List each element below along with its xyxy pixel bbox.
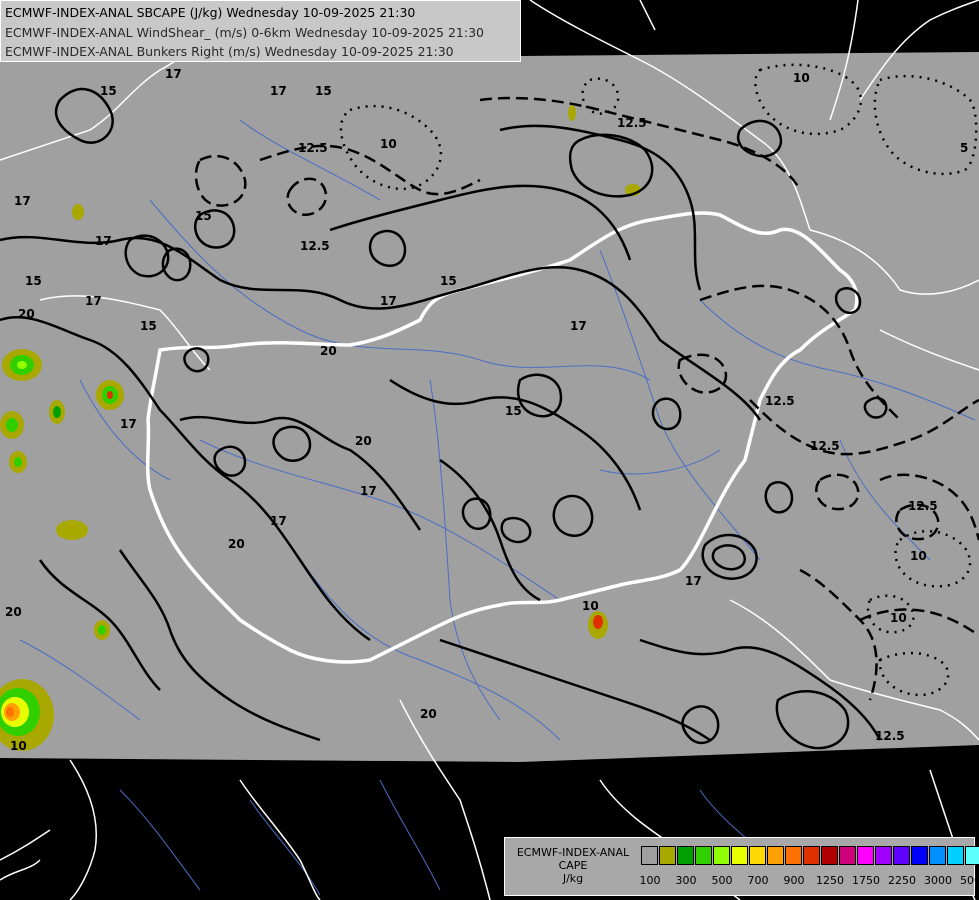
contour-label: 17 <box>380 294 397 308</box>
legend-swatch <box>767 846 784 865</box>
contour-label: 17 <box>270 514 287 528</box>
contour-label: 17 <box>570 319 587 333</box>
contour-label: 12.5 <box>765 394 795 408</box>
title-line-bunkers: ECMWF-INDEX-ANAL Bunkers Right (m/s) Wed… <box>5 44 454 59</box>
legend-swatch <box>911 846 928 865</box>
contour-label: 20 <box>420 707 437 721</box>
legend-swatches <box>641 846 979 865</box>
legend-swatch <box>875 846 892 865</box>
legend-label: ECMWF-INDEX-ANAL CAPE J/kg <box>509 846 637 885</box>
legend-tick-label: 100 <box>639 874 661 887</box>
contour-label: 20 <box>228 537 245 551</box>
legend-swatch <box>965 846 979 865</box>
legend-swatch <box>893 846 910 865</box>
weather-map: 17 15 17 15 12.5 10 10 12.5 5 17 15 12.5… <box>0 0 979 900</box>
legend-swatch <box>839 846 856 865</box>
legend-tick-label: 5000 <box>960 874 979 887</box>
contour-label: 10 <box>793 71 810 85</box>
contour-label: 10 <box>890 611 907 625</box>
legend-swatch <box>713 846 730 865</box>
title-line-sbcape: ECMWF-INDEX-ANAL SBCAPE (J/kg) Wednesday… <box>5 5 416 20</box>
legend-ticks: 100 300 500 700 900 1250 1750 2250 3000 5000 <box>639 874 979 888</box>
contour-label: 12.5 <box>617 116 647 130</box>
contour-label: 17 <box>85 294 102 308</box>
contour-label: 15 <box>505 404 522 418</box>
contour-label: 10 <box>910 549 927 563</box>
contour-label: 10 <box>582 599 599 613</box>
cape-legend: ECMWF-INDEX-ANAL CAPE J/kg 100 300 500 700 9… <box>504 837 979 896</box>
legend-swatch <box>749 846 766 865</box>
contour-label: 17 <box>360 484 377 498</box>
legend-tick-label: 300 <box>675 874 697 887</box>
contour-label: 12.5 <box>875 729 905 743</box>
legend-swatch <box>677 846 694 865</box>
contour-label: 12.5 <box>300 239 330 253</box>
contour-label: 17 <box>14 194 31 208</box>
legend-swatch <box>641 846 658 865</box>
contour-label: 15 <box>440 274 457 288</box>
contour-label: 20 <box>320 344 337 358</box>
legend-unit: J/kg <box>562 872 584 885</box>
legend-source: ECMWF-INDEX-ANAL <box>516 846 630 859</box>
legend-variable: CAPE <box>558 859 588 872</box>
contour-label: 15 <box>315 84 332 98</box>
legend-tick-label: 1750 <box>852 874 880 887</box>
contour-label: 17 <box>270 84 287 98</box>
legend-swatch <box>695 846 712 865</box>
legend-tick-label: 500 <box>711 874 733 887</box>
contour-label: 20 <box>18 307 35 321</box>
legend-swatch <box>785 846 802 865</box>
legend-swatch <box>803 846 820 865</box>
legend-tick-label: 700 <box>747 874 769 887</box>
legend-tick-label: 900 <box>783 874 805 887</box>
contour-label: 12.5 <box>298 141 328 155</box>
legend-swatch <box>821 846 838 865</box>
contour-label: 5 <box>960 141 968 155</box>
contour-label: 17 <box>120 417 137 431</box>
legend-swatch <box>731 846 748 865</box>
legend-swatch <box>659 846 676 865</box>
contour-label: 15 <box>100 84 117 98</box>
contour-label: 17 <box>685 574 702 588</box>
contour-label: 20 <box>5 605 22 619</box>
contour-label: 20 <box>355 434 372 448</box>
contour-label: 12.5 <box>810 439 840 453</box>
contour-label: 15 <box>195 209 212 223</box>
contour-label: 10 <box>380 137 397 151</box>
legend-tick-label: 2250 <box>888 874 916 887</box>
title-line-windshear: ECMWF-INDEX-ANAL WindShear_ (m/s) 0-6km … <box>5 24 484 40</box>
contour-label: 10 <box>10 739 27 753</box>
contour-label: 15 <box>140 319 157 333</box>
contour-label: 17 <box>95 234 112 248</box>
map-title-box: ECMWF-INDEX-ANAL SBCAPE (J/kg) Wednesday… <box>0 0 521 62</box>
contour-label: 15 <box>25 274 42 288</box>
legend-swatch <box>857 846 874 865</box>
legend-swatch <box>947 846 964 865</box>
legend-swatch <box>929 846 946 865</box>
contour-label: 17 <box>165 67 182 81</box>
contour-label: 12.5 <box>908 499 938 513</box>
legend-tick-label: 1250 <box>816 874 844 887</box>
legend-tick-label: 3000 <box>924 874 952 887</box>
